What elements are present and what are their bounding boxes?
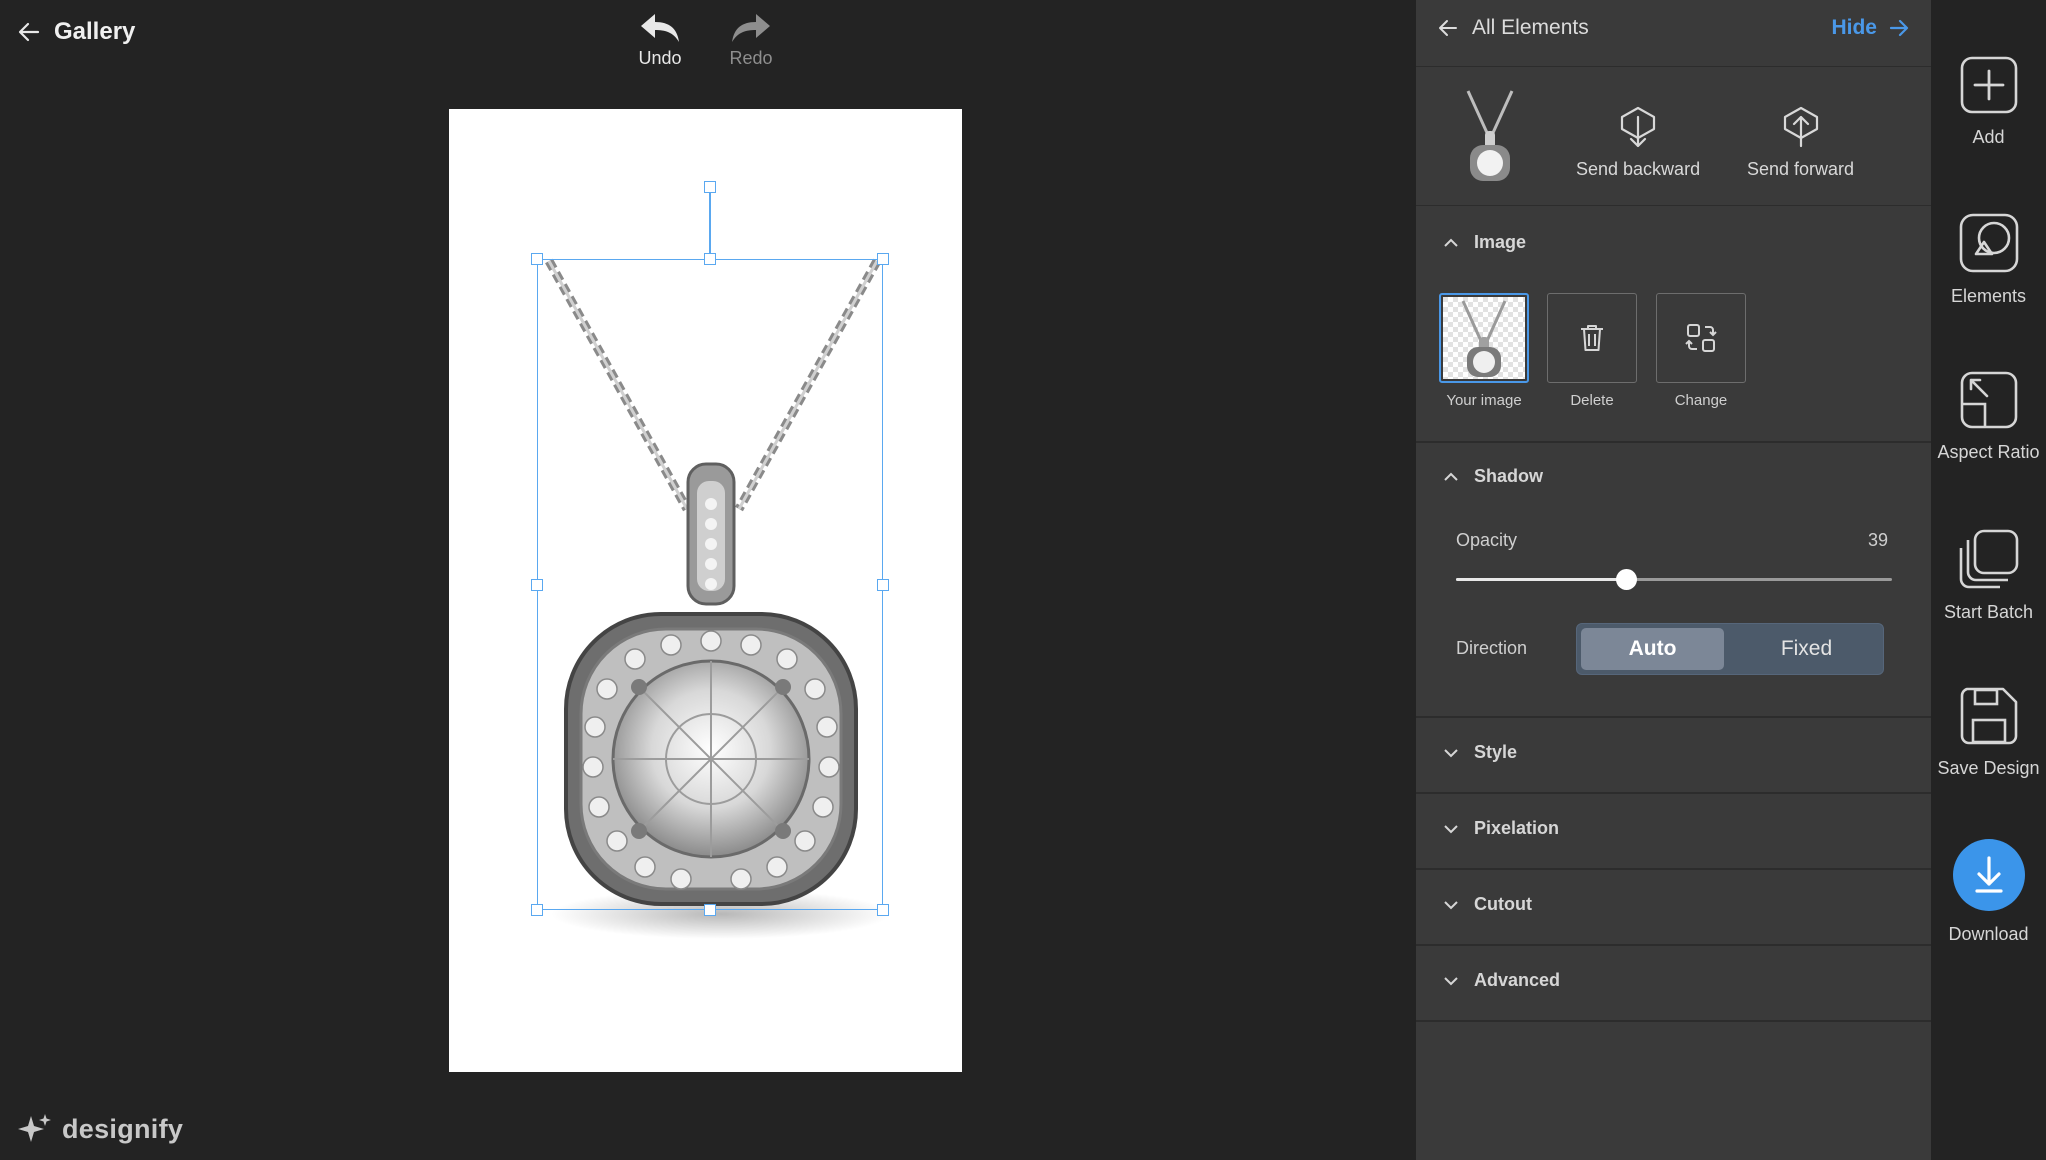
chevron-down-icon [1444,748,1458,758]
resize-handle-bottom[interactable] [704,904,716,916]
download-label: Download [1948,924,2029,944]
resize-handle-top[interactable] [704,253,716,265]
sparkle-icon [18,1112,52,1146]
undo-icon [639,12,681,44]
divider [1416,868,1931,870]
download-icon [1952,838,2026,912]
stack-icon [1958,528,2020,590]
floppy-disk-icon [1959,686,2019,746]
pixelation-section-header[interactable]: Pixelation [1416,818,1931,839]
selected-element-thumbnail[interactable] [1462,87,1518,183]
divider [1416,944,1931,946]
direction-label: Direction [1456,638,1528,658]
hide-panel-button[interactable]: Hide [1831,16,1909,40]
add-label: Add [1972,127,2005,147]
chevron-up-icon [1444,238,1458,248]
shadow-section-title: Shadow [1474,466,1544,486]
redo-label: Redo [729,48,773,68]
selection-box[interactable] [537,259,883,910]
start-batch-label: Start Batch [1943,602,2034,622]
swap-image-icon [1685,322,1717,354]
gallery-label: Gallery [54,18,136,45]
rotate-handle[interactable] [704,181,716,193]
rotate-handle-stem [709,193,711,259]
divider [1416,1020,1931,1022]
direction-auto-option[interactable]: Auto [1581,628,1724,670]
style-section-header[interactable]: Style [1416,742,1931,763]
resize-handle-bottom-right[interactable] [877,904,889,916]
start-batch-button[interactable]: Start Batch [1931,528,2046,623]
send-forward-button[interactable]: Send forward [1747,105,1854,180]
all-elements-back-button[interactable]: All Elements [1438,16,1589,40]
redo-icon [730,12,772,44]
send-forward-icon [1781,105,1821,149]
opacity-value: 39 [1868,530,1889,550]
back-to-gallery-button[interactable]: Gallery [18,18,135,46]
your-image-label: Your image [1446,392,1522,409]
elements-label: Elements [1950,286,2027,306]
elements-panel: All Elements Hide Send backward Send for… [1416,0,1931,1160]
save-design-label: Save Design [1937,758,2040,778]
save-design-button[interactable]: Save Design [1931,686,2046,779]
resize-handle-bottom-left[interactable] [531,904,543,916]
your-image-tile[interactable] [1439,293,1529,383]
advanced-section-title: Advanced [1474,970,1561,990]
shadow-section-header[interactable]: Shadow [1416,466,1931,487]
image-section-header[interactable]: Image [1416,232,1931,253]
style-section-title: Style [1474,742,1518,762]
image-section-title: Image [1474,232,1527,252]
undo-button[interactable]: Undo [615,12,705,69]
advanced-section-header[interactable]: Advanced [1416,970,1931,991]
send-backward-label: Send backward [1576,159,1701,179]
divider [1416,441,1931,443]
opacity-slider-fill [1456,578,1627,581]
arrow-right-icon [1889,18,1909,38]
divider [1416,716,1931,718]
divider [1416,792,1931,794]
brand-name: designify [62,1113,184,1144]
opacity-slider-thumb[interactable] [1615,569,1637,590]
resize-handle-top-right[interactable] [877,253,889,265]
active-rail-pointer [1918,223,1931,249]
arrow-left-icon [1438,18,1458,38]
hide-label: Hide [1831,16,1877,39]
chevron-up-icon [1444,472,1458,482]
chevron-down-icon [1444,900,1458,910]
cutout-section-title: Cutout [1474,894,1532,914]
send-backward-icon [1618,105,1658,149]
aspect-ratio-button[interactable]: Aspect Ratio [1931,370,2046,463]
delete-image-button[interactable] [1547,293,1637,383]
delete-label: Delete [1570,392,1614,409]
trash-icon [1579,323,1605,353]
panel-header: All Elements Hide [1416,0,1931,67]
change-image-button[interactable] [1656,293,1746,383]
resize-handle-right[interactable] [877,579,889,591]
redo-button[interactable]: Redo [706,12,796,69]
direction-toggle: Auto Fixed [1576,623,1884,675]
resize-handle-top-left[interactable] [531,253,543,265]
right-toolbar: Add Elements Aspect Ratio Start Batch Sa… [1931,0,2046,1160]
aspect-ratio-label: Aspect Ratio [1937,442,2040,462]
chevron-down-icon [1444,824,1458,834]
send-forward-label: Send forward [1747,159,1855,179]
panel-title: All Elements [1472,16,1589,39]
chevron-down-icon [1444,976,1458,986]
element-tools-row: Send backward Send forward [1416,67,1931,206]
send-backward-button[interactable]: Send backward [1576,105,1700,180]
shapes-icon [1958,212,2020,274]
undo-label: Undo [638,48,682,68]
download-button[interactable]: Download [1931,838,2046,945]
direction-fixed-option[interactable]: Fixed [1735,628,1878,670]
arrow-left-icon [18,21,40,43]
opacity-label: Opacity [1456,530,1518,550]
designify-logo: designify [18,1112,183,1146]
aspect-ratio-icon [1959,370,2019,430]
pixelation-section-title: Pixelation [1474,818,1560,838]
add-button[interactable]: Add [1931,55,2046,148]
cutout-section-header[interactable]: Cutout [1416,894,1931,915]
change-label: Change [1674,392,1728,409]
resize-handle-left[interactable] [531,579,543,591]
plus-square-icon [1959,55,2019,115]
elements-button[interactable]: Elements [1931,212,2046,307]
